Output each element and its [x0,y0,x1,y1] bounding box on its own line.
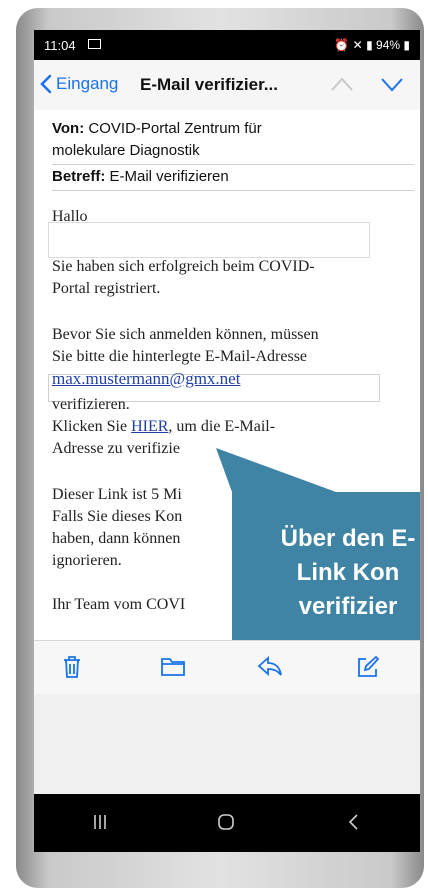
signal-icon: ▮ [366,38,373,52]
paragraph-2-line-2: Sie bitte die hinterlegte E-Mail-Adresse [52,348,308,365]
from-value: COVID-Portal Zentrum für [88,120,262,137]
verify-link[interactable]: HIER [131,418,168,435]
paragraph-2-line-1: Bevor Sie sich anmelden können, müssen [52,326,319,343]
signature: Ihr Team vom COVI [52,596,186,613]
callout-line-1: Über den E- [280,525,416,552]
callout-line-3: verifizier [298,593,398,620]
email-link[interactable]: max.mustermann@gmx.net [52,368,240,390]
status-bar: 11:04 ⏰ ✕ ▮ 94% ▮ [34,30,420,60]
subject-value: E-Mail verifizieren [109,168,229,185]
subject-divider [52,190,414,191]
paragraph-1-line-2: Portal registriert. [52,280,161,297]
mail-toolbar [34,640,420,695]
system-navbar [34,794,420,852]
recents-icon[interactable] [90,812,110,832]
paragraph-3-line-2: Adresse zu verifizie [52,440,180,457]
gallery-icon [88,39,101,49]
click-prefix: Klicken Sie [52,418,128,435]
back-icon[interactable] [344,812,364,832]
from-line: Von: COVID-Portal Zentrum für [52,120,262,137]
from-value-2: molekulare Diagnostik [52,142,200,159]
alarm-icon: ⏰ [334,38,350,52]
chevron-up-icon[interactable] [330,76,354,92]
paragraph-4-line-2: Falls Sie dieses Kon [52,508,183,525]
paragraph-4-line-1: Dieser Link ist 5 Mi [52,486,182,503]
empty-area [34,694,420,794]
back-button[interactable]: Eingang [40,74,118,94]
paragraph-2-line-4: verifizieren. [52,396,130,413]
subject-line: Betreff: E-Mail verifizieren [52,168,229,185]
greeting-box [48,222,370,258]
phone-screen: 11:04 ⏰ ✕ ▮ 94% ▮ Eingang E-Mail verifiz… [34,30,420,852]
home-icon[interactable] [216,812,236,832]
battery-icon: ▮ [403,38,410,52]
subject-label: Betreff: [52,168,106,185]
header-divider [52,164,414,165]
chevron-left-icon [40,74,52,94]
from-label: Von: [52,120,85,137]
page-title: E-Mail verifizier... [140,75,278,94]
callout-pointer [216,448,336,492]
reply-icon[interactable] [256,655,284,677]
compose-icon[interactable] [356,655,380,679]
folder-icon[interactable] [160,655,186,677]
paragraph-4-line-4: ignorieren. [52,552,122,569]
mail-navbar: Eingang E-Mail verifizier... [34,60,420,111]
email-address[interactable]: max.mustermann@gmx.net [52,369,240,388]
chevron-down-icon[interactable] [380,76,404,92]
greeting: Hallo [52,208,88,225]
status-time: 11:04 [44,38,76,53]
click-suffix: , um die E-Mail- [168,418,276,435]
status-right: ⏰ ✕ ▮ 94% ▮ [334,38,410,52]
callout-text: Über den E- Link Kon verifizier [228,522,420,624]
paragraph-3-line-1: Klicken Sie HIER, um die E-Mail- [52,416,275,438]
mute-icon: ✕ [352,38,363,52]
back-label: Eingang [56,74,119,93]
trash-icon[interactable] [62,655,82,679]
callout-line-2: Link Kon [296,559,400,586]
battery-percent: 94% [376,38,401,52]
paragraph-1-line-1: Sie haben sich erfolgreich beim COVID- [52,258,315,275]
paragraph-4-line-3: haben, dann können [52,530,181,547]
